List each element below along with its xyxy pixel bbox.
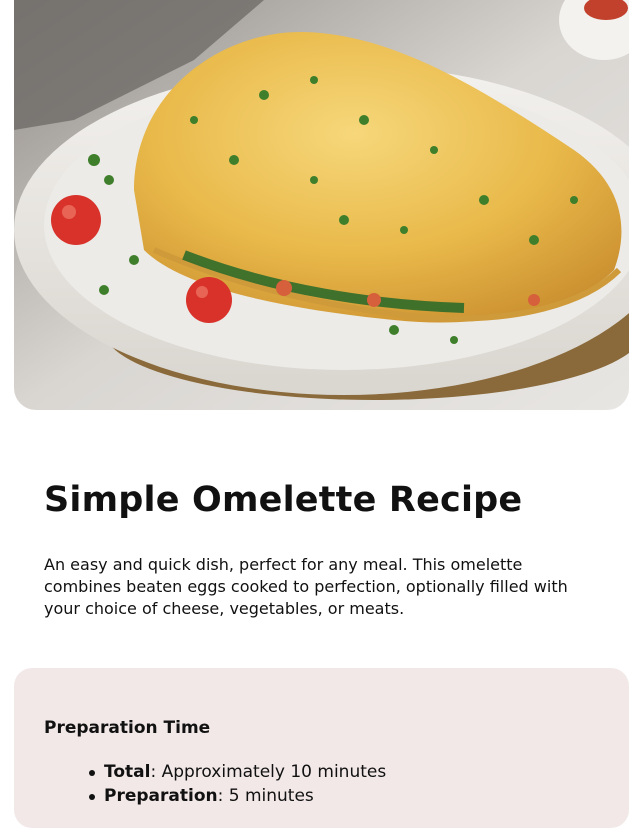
preparation-item-label: Total bbox=[104, 762, 151, 782]
preparation-time-card: Preparation Time Total: Approximately 10… bbox=[14, 668, 629, 828]
preparation-item-prep: Preparation: 5 minutes bbox=[44, 784, 386, 808]
preparation-item-value: : 5 minutes bbox=[217, 786, 314, 806]
recipe-description: An easy and quick dish, perfect for any … bbox=[44, 555, 568, 618]
recipe-title: Simple Omelette Recipe bbox=[44, 480, 523, 520]
preparation-list: Total: Approximately 10 minutes Preparat… bbox=[44, 760, 386, 808]
recipe-hero-image bbox=[14, 0, 629, 410]
preparation-item-value: : Approximately 10 minutes bbox=[150, 762, 387, 782]
preparation-item-total: Total: Approximately 10 minutes bbox=[44, 760, 386, 784]
preparation-heading: Preparation Time bbox=[44, 718, 211, 738]
omelette-photo bbox=[14, 0, 629, 410]
preparation-item-label: Preparation bbox=[104, 786, 218, 806]
